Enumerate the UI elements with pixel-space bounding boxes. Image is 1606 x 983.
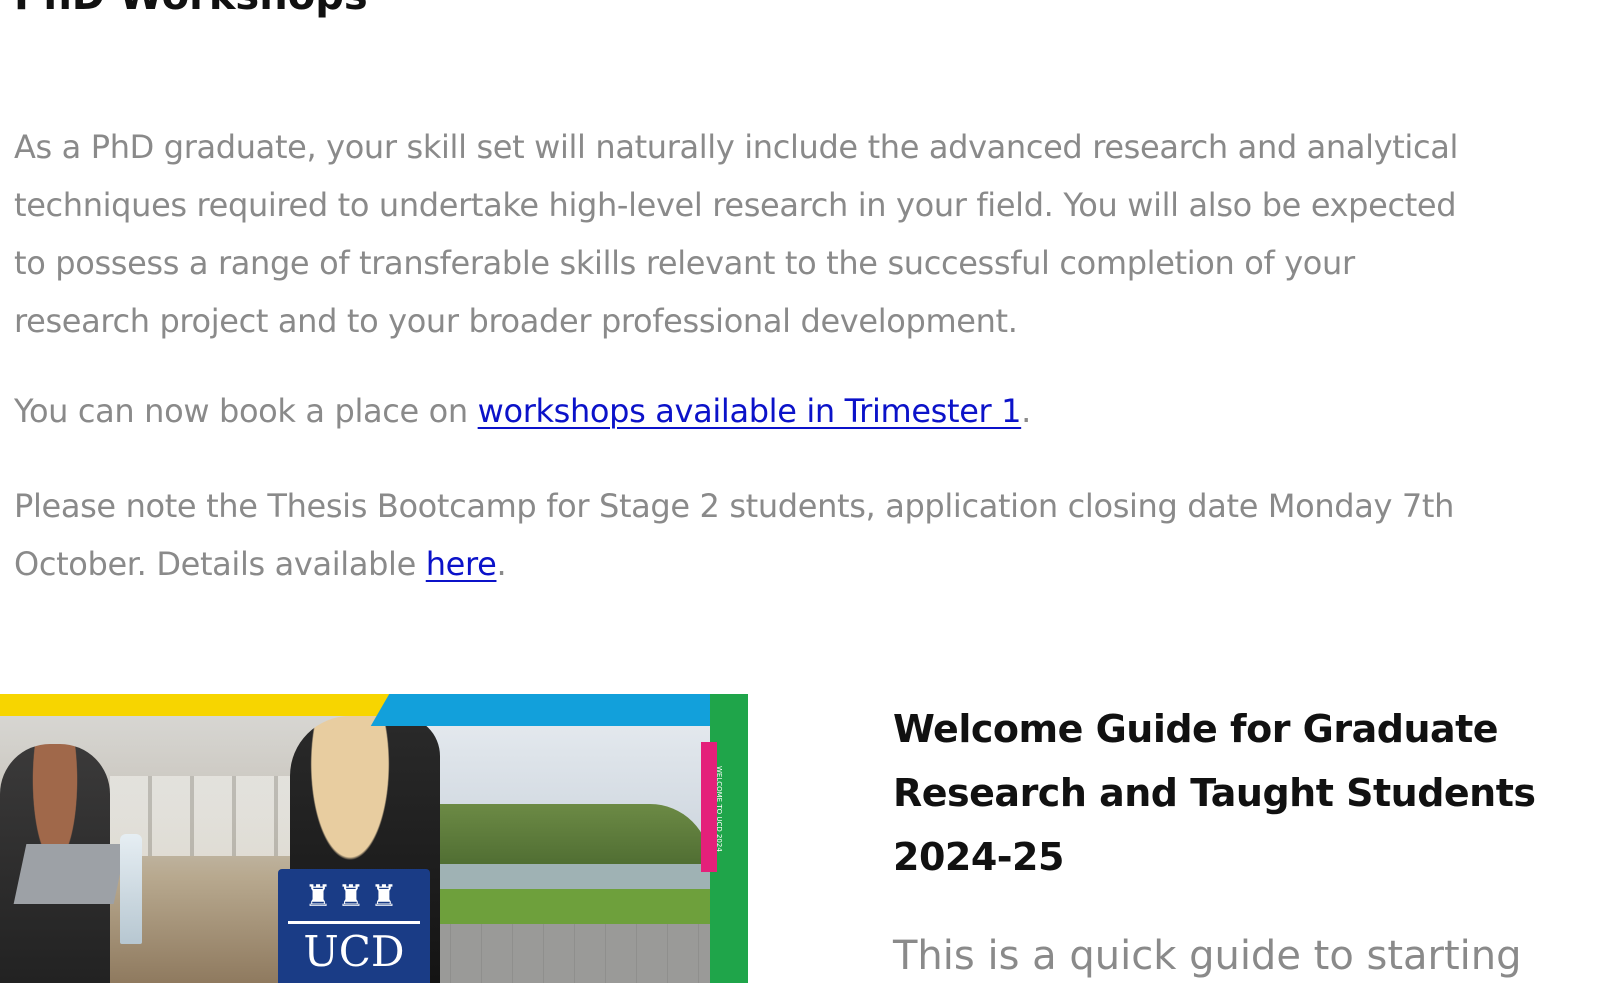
intro-paragraph: As a PhD graduate, your skill set will n… bbox=[14, 118, 1606, 350]
banner-blue-stripe bbox=[370, 694, 748, 726]
welcome-guide-description: This is a quick guide to starting bbox=[893, 933, 1522, 979]
note-suffix: . bbox=[496, 545, 507, 583]
intro-line: techniques required to undertake high-le… bbox=[14, 186, 1457, 224]
booking-suffix: . bbox=[1021, 392, 1031, 430]
note-line: October. Details available here. bbox=[14, 535, 1606, 593]
banner-laptop bbox=[13, 844, 127, 904]
banner-grass bbox=[430, 889, 710, 929]
bootcamp-note-paragraph: Please note the Thesis Bootcamp for Stag… bbox=[14, 477, 1606, 593]
banner-yellow-stripe bbox=[0, 694, 430, 716]
section-title: PhD Workshops bbox=[14, 0, 368, 22]
booking-prefix: You can now book a place on bbox=[14, 392, 478, 430]
note-line: Please note the Thesis Bootcamp for Stag… bbox=[14, 487, 1455, 525]
intro-line: As a PhD graduate, your skill set will n… bbox=[14, 128, 1459, 166]
crest-divider bbox=[288, 921, 420, 924]
banner-flag-text: WELCOME TO UCD 2024 bbox=[715, 766, 723, 852]
intro-line: to possess a range of transferable skill… bbox=[14, 244, 1355, 282]
note-prefix: October. Details available bbox=[14, 545, 426, 583]
workshops-link[interactable]: workshops available in Trimester 1 bbox=[478, 392, 1022, 430]
page: PhD Workshops As a PhD graduate, your sk… bbox=[0, 0, 1606, 983]
intro-line: research project and to your broader pro… bbox=[14, 302, 1018, 340]
welcome-guide-banner-image[interactable]: WELCOME TO UCD 2024 ♜♜♜ UCD bbox=[0, 694, 748, 983]
welcome-guide-title[interactable]: Welcome Guide for Graduate Research and … bbox=[893, 697, 1593, 889]
banner-bottle bbox=[120, 834, 142, 944]
ucd-crest-logo: ♜♜♜ UCD bbox=[278, 869, 430, 983]
banner-paving bbox=[420, 924, 710, 983]
crest-text: UCD bbox=[303, 927, 405, 976]
castles-icon: ♜♜♜ bbox=[304, 879, 404, 914]
booking-paragraph: You can now book a place on workshops av… bbox=[14, 382, 1606, 440]
details-here-link[interactable]: here bbox=[426, 545, 497, 583]
